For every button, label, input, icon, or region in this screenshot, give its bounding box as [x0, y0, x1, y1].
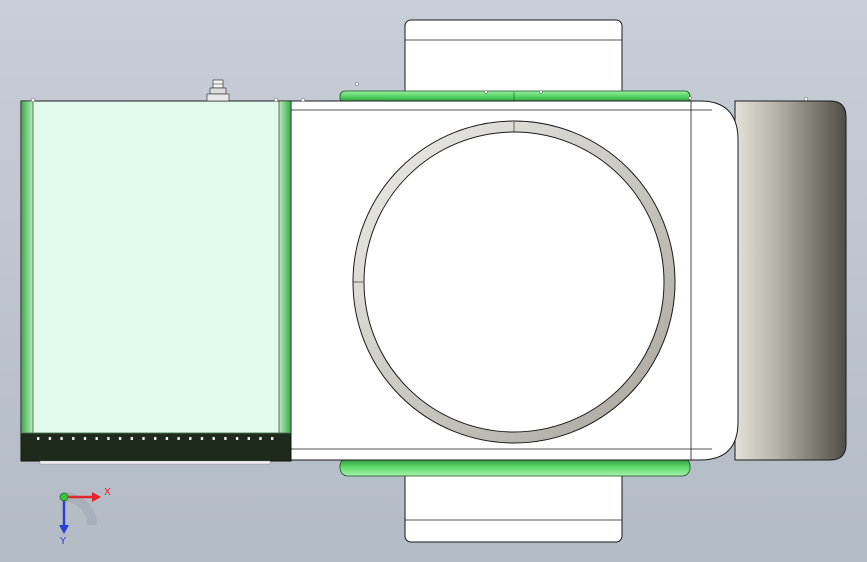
connector-strip[interactable] — [20, 432, 292, 465]
graphics-viewport[interactable]: X Y — [0, 0, 867, 562]
connector-pin — [60, 437, 63, 440]
connector-pin — [212, 437, 215, 440]
pneumatic-fitting[interactable] — [206, 79, 230, 102]
connector-pin — [200, 437, 204, 440]
connector-pin — [142, 437, 145, 440]
connector-pin — [224, 437, 227, 440]
x-axis-arrowhead — [92, 492, 101, 502]
connector-pin — [154, 437, 157, 440]
x-axis-label: X — [104, 487, 111, 498]
y-axis-label: Y — [59, 536, 67, 547]
connector-pin — [95, 437, 98, 440]
connector-pin — [189, 437, 192, 440]
connector-pin — [259, 437, 262, 440]
triad-origin — [59, 492, 69, 502]
connector-pin — [130, 437, 133, 440]
connector-pin — [165, 437, 169, 440]
left-green-panel[interactable] — [20, 97, 292, 462]
y-axis-arrowhead — [59, 525, 69, 534]
center-bore-ring[interactable] — [352, 120, 676, 444]
top-mounting-tab[interactable] — [404, 19, 623, 101]
connector-pin — [48, 437, 52, 440]
bottom-green-flange[interactable] — [339, 457, 691, 477]
connector-pin — [177, 437, 180, 440]
orientation-triad: X Y — [59, 487, 111, 547]
connector-pin — [271, 437, 274, 440]
connector-pin — [247, 437, 250, 440]
connector-pin — [72, 437, 75, 440]
connector-pin — [37, 437, 40, 440]
connector-pin — [118, 437, 122, 440]
connector-pin — [235, 437, 239, 440]
connector-pin — [83, 437, 87, 440]
right-end-cap[interactable] — [734, 96, 847, 461]
connector-pin — [107, 437, 110, 440]
